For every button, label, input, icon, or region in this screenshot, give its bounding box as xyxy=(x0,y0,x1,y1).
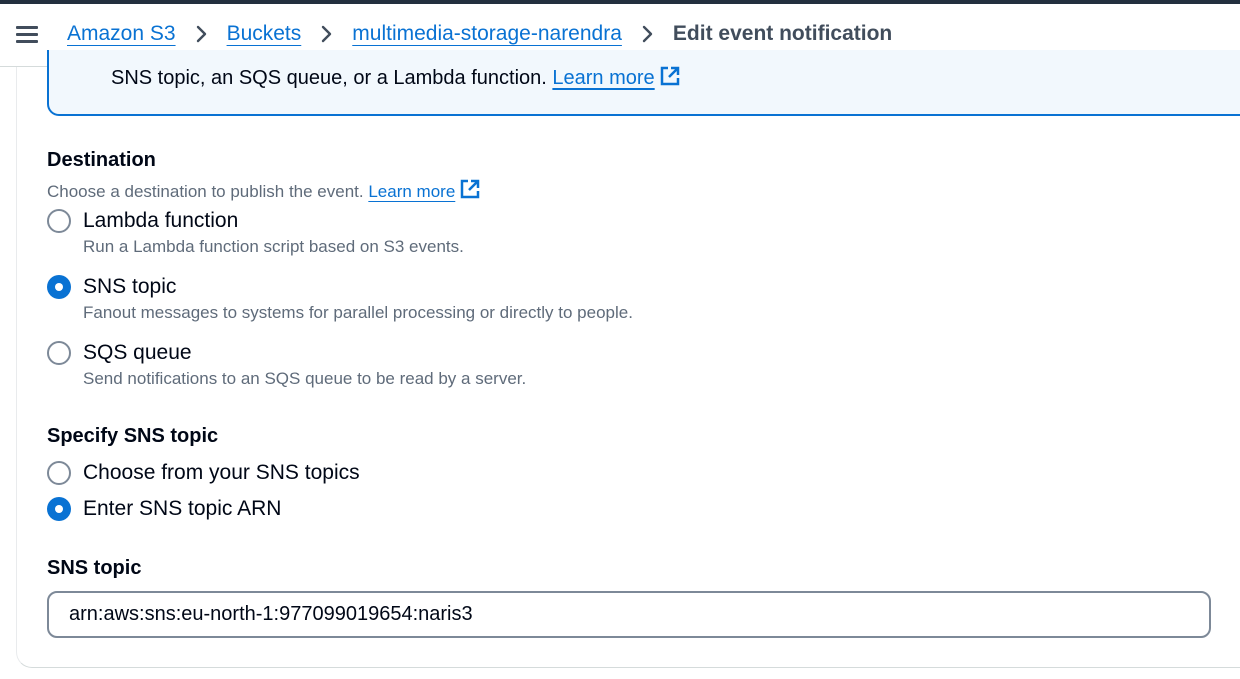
breadcrumb-bucket-name[interactable]: multimedia-storage-narendra xyxy=(352,22,622,46)
radio-description: Send notifications to an SQS queue to be… xyxy=(83,369,527,388)
radio-button[interactable] xyxy=(47,341,71,365)
radio-button[interactable] xyxy=(47,461,71,485)
breadcrumb-current: Edit event notification xyxy=(672,22,893,45)
info-alert: SNS topic, an SQS queue, or a Lambda fun… xyxy=(47,50,1240,116)
chevron-right-icon xyxy=(316,23,338,45)
radio-choose-sns-topics[interactable]: Choose from your SNS topics xyxy=(47,461,360,485)
radio-button[interactable] xyxy=(47,209,71,233)
external-link-icon[interactable] xyxy=(459,178,481,205)
destination-description: Choose a destination to publish the even… xyxy=(47,178,481,205)
chevron-right-icon xyxy=(637,23,659,45)
sns-topic-label: SNS topic xyxy=(47,557,142,579)
info-text: SNS topic, an SQS queue, or a Lambda fun… xyxy=(111,65,681,93)
breadcrumb: Amazon S3 Buckets multimedia-storage-nar… xyxy=(67,22,892,46)
radio-lambda-function[interactable]: Lambda function Run a Lambda function sc… xyxy=(47,209,464,257)
radio-description: Run a Lambda function script based on S3… xyxy=(83,237,464,256)
radio-sqs-queue[interactable]: SQS queue Send notifications to an SQS q… xyxy=(47,341,526,389)
menu-icon[interactable] xyxy=(16,26,38,44)
radio-button-checked[interactable] xyxy=(47,275,71,299)
radio-sns-topic[interactable]: SNS topic Fanout messages to systems for… xyxy=(47,275,633,323)
breadcrumb-buckets[interactable]: Buckets xyxy=(227,22,302,46)
breadcrumb-amazon-s3[interactable]: Amazon S3 xyxy=(67,22,176,46)
info-message: SNS topic, an SQS queue, or a Lambda fun… xyxy=(111,67,547,89)
destination-title: Destination xyxy=(47,149,156,171)
chevron-right-icon xyxy=(191,23,213,45)
radio-label: Choose from your SNS topics xyxy=(83,461,360,484)
radio-button-checked[interactable] xyxy=(47,497,71,521)
radio-label: Lambda function xyxy=(83,209,239,232)
radio-description: Fanout messages to systems for parallel … xyxy=(83,303,633,322)
radio-label: Enter SNS topic ARN xyxy=(83,497,282,520)
radio-enter-sns-arn[interactable]: Enter SNS topic ARN xyxy=(47,497,281,521)
specify-sns-title: Specify SNS topic xyxy=(47,425,219,447)
sns-topic-arn-input[interactable] xyxy=(47,591,1211,638)
radio-label: SQS queue xyxy=(83,341,192,364)
radio-label: SNS topic xyxy=(83,275,177,298)
info-learn-more-link[interactable]: Learn more xyxy=(552,67,654,89)
destination-learn-more-link[interactable]: Learn more xyxy=(368,182,455,201)
destination-description-text: Choose a destination to publish the even… xyxy=(47,182,364,201)
external-link-icon[interactable] xyxy=(659,65,681,93)
